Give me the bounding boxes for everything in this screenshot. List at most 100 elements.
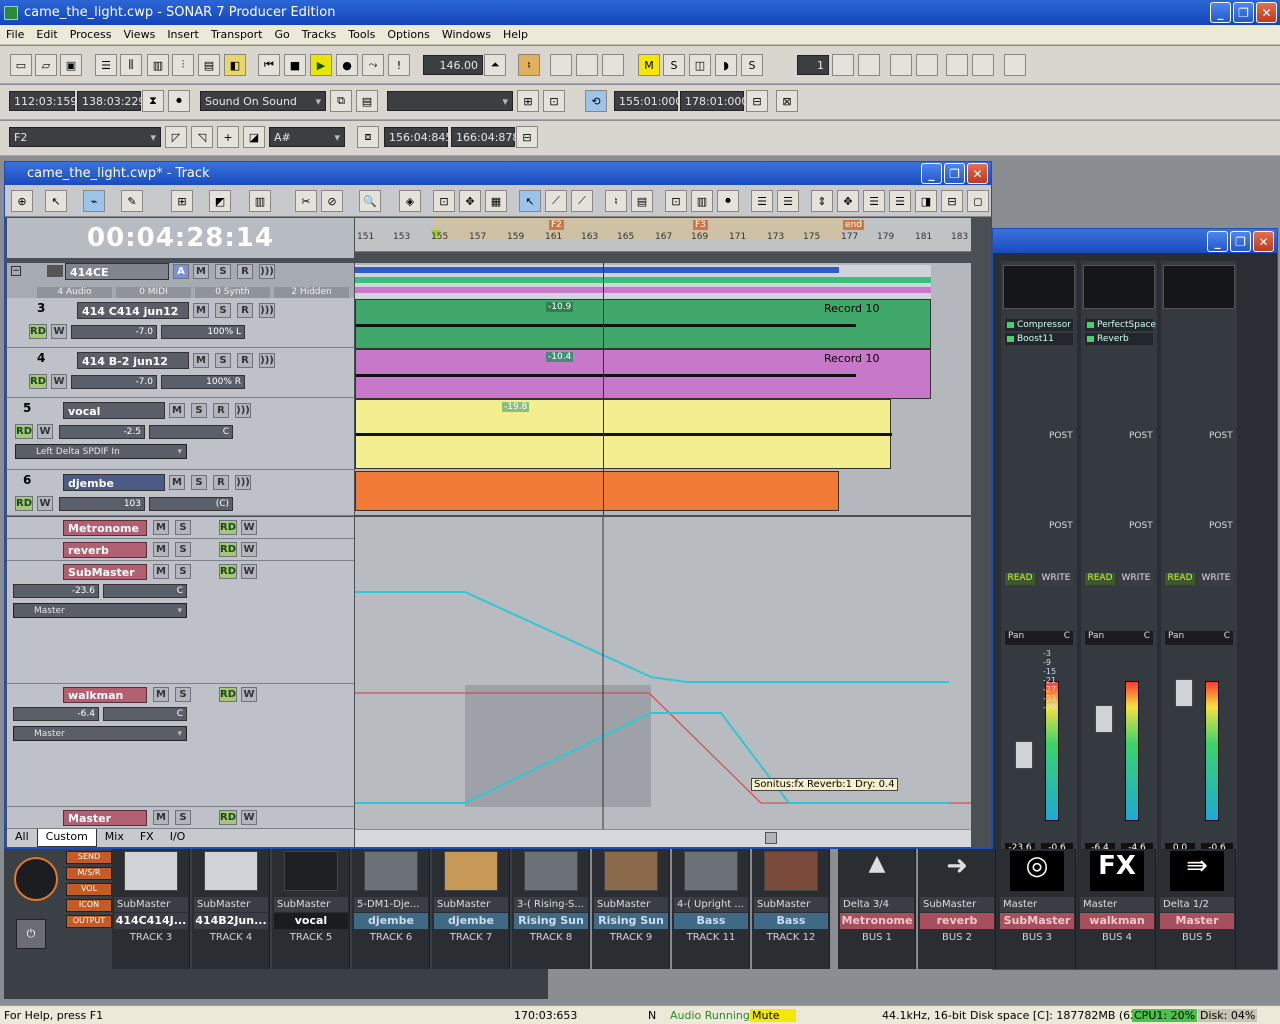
collapse-icon[interactable]: − xyxy=(11,266,21,276)
read-auto-button[interactable]: RD xyxy=(29,374,47,389)
output-button[interactable]: OUTPUT xyxy=(66,915,112,928)
channel-name[interactable]: Master xyxy=(1160,913,1234,929)
read-auto-button[interactable]: RD xyxy=(15,424,33,439)
write-auto-button[interactable]: W xyxy=(51,324,67,339)
rec-button[interactable]: R xyxy=(213,475,229,490)
folder-name[interactable]: 414CE xyxy=(65,263,169,280)
solo-button[interactable]: S xyxy=(175,542,191,557)
select-thru-icon[interactable]: ⊡ xyxy=(543,90,565,112)
channel-name[interactable]: walkman xyxy=(1080,913,1154,929)
loop-end-field[interactable]: 178:01:000 xyxy=(680,91,748,111)
bars-icon[interactable]: ▥ xyxy=(691,190,713,212)
menu-edit[interactable]: Edit xyxy=(30,28,63,41)
record-mode-select[interactable]: Sound On Sound xyxy=(200,91,326,111)
write-auto-button[interactable]: W xyxy=(241,542,257,557)
read-button[interactable]: READ xyxy=(1085,573,1115,585)
piano-roll-icon[interactable]: ⫼ xyxy=(120,54,142,76)
toolbar-icon-e[interactable] xyxy=(946,54,968,76)
track-name[interactable]: vocal xyxy=(63,402,165,419)
draw-tool-icon[interactable]: ✎ xyxy=(121,190,143,212)
output-select[interactable]: SubMaster xyxy=(754,897,828,912)
volume-slider[interactable]: -2.5 xyxy=(59,425,145,439)
mute-button[interactable]: M xyxy=(153,564,169,579)
solo-button[interactable]: S xyxy=(175,564,191,579)
mute-button[interactable]: M xyxy=(193,353,209,368)
mute-button[interactable]: M xyxy=(153,810,169,825)
loop-options-icon[interactable]: ⊠ xyxy=(776,90,798,112)
pan-slider[interactable]: C xyxy=(103,584,187,598)
archive-button[interactable]: A xyxy=(173,264,189,279)
pan-control[interactable]: Pan C xyxy=(1005,631,1073,645)
master-knob-icon[interactable] xyxy=(14,857,58,901)
loop-explorer-icon[interactable]: ◧ xyxy=(224,54,246,76)
takes-icon[interactable]: ▤ xyxy=(631,190,653,212)
envelope-tool-icon[interactable]: ⌁ xyxy=(83,190,105,212)
mute-tool-icon[interactable]: ⊘ xyxy=(321,190,343,212)
volume-fader[interactable] xyxy=(1175,679,1193,707)
vol-button[interactable]: VOL xyxy=(66,883,112,896)
track-minimize-button[interactable]: _ xyxy=(921,163,942,184)
tab-all[interactable]: All xyxy=(7,829,37,847)
track-close-button[interactable]: ✕ xyxy=(967,163,988,184)
step-icon-2[interactable] xyxy=(576,54,598,76)
metro-tool-icon[interactable]: ♮ xyxy=(605,190,627,212)
record-icon[interactable]: ● xyxy=(336,54,358,76)
mute-m-button[interactable]: M xyxy=(638,54,660,76)
solo-button[interactable]: S xyxy=(175,810,191,825)
menu-file[interactable]: File xyxy=(0,28,30,41)
new-file-icon[interactable]: ▭ xyxy=(10,54,32,76)
mixer-close-button[interactable]: ✕ xyxy=(1253,231,1274,252)
rec-arm-icon[interactable]: ⏺ xyxy=(717,190,739,212)
now-time-right[interactable]: 138:03:229 xyxy=(77,91,145,111)
menu-tools[interactable]: Tools xyxy=(342,28,381,41)
smart-tool-icon[interactable]: ↖ xyxy=(45,190,67,212)
echo-button[interactable]: ))) xyxy=(259,264,275,279)
list-icon[interactable]: ☰ xyxy=(751,190,773,212)
mute-button[interactable]: M xyxy=(169,475,185,490)
track-name[interactable]: 414 C414 jun12 xyxy=(77,302,189,319)
audio-edit-icon[interactable]: ◈ xyxy=(399,190,421,212)
tab-mix[interactable]: Mix xyxy=(97,829,132,847)
send-button[interactable]: SEND xyxy=(66,851,112,864)
lock-icon[interactable]: ⊡ xyxy=(665,190,687,212)
audio-clip-djembe[interactable] xyxy=(355,471,839,511)
menu-go[interactable]: Go xyxy=(269,28,296,41)
snap-grid-icon[interactable]: ⊡ xyxy=(433,190,455,212)
read-auto-button[interactable]: RD xyxy=(219,542,237,557)
mute-button[interactable]: M xyxy=(193,303,209,318)
panic-icon[interactable]: ! xyxy=(388,54,410,76)
pan-slider[interactable]: 100% R xyxy=(161,375,245,389)
output-select[interactable]: SubMaster xyxy=(434,897,508,912)
audio-clip-track3[interactable]: -10.9 Record 10 xyxy=(355,299,931,349)
marker-prev-icon[interactable]: ◸ xyxy=(165,126,187,148)
pan-control[interactable]: Pan C xyxy=(1085,631,1153,645)
read-auto-button[interactable]: RD xyxy=(29,324,47,339)
sync-icon[interactable]: S xyxy=(741,54,763,76)
fx-slot[interactable]: Boost11 xyxy=(1005,333,1073,345)
write-button[interactable]: WRITE xyxy=(1039,573,1073,585)
write-auto-button[interactable]: W xyxy=(37,424,53,439)
tempo-field[interactable]: 146.00 xyxy=(423,55,483,75)
marker-add-icon[interactable]: + xyxy=(217,126,239,148)
track-maximize-button[interactable]: ❐ xyxy=(944,163,965,184)
track-view-icon[interactable]: ☰ xyxy=(95,54,117,76)
record-automation-icon[interactable]: ⤳ xyxy=(362,54,384,76)
echo-button[interactable]: ))) xyxy=(259,303,275,318)
volume-fader[interactable] xyxy=(1015,741,1033,769)
write-button[interactable]: WRITE xyxy=(1119,573,1153,585)
minimize-button[interactable]: _ xyxy=(1210,2,1231,23)
output-select[interactable]: Delta 3/4 xyxy=(840,897,914,912)
loop-start-field[interactable]: 155:01:000 xyxy=(614,91,682,111)
auto-punch-icon[interactable]: ▤ xyxy=(356,90,378,112)
channel-name[interactable]: 414B2Jun... xyxy=(194,913,268,929)
mute-button[interactable]: M xyxy=(169,403,185,418)
mixer-minimize-button[interactable]: _ xyxy=(1207,231,1228,252)
volume-slider[interactable]: -7.0 xyxy=(71,325,157,339)
volume-slider[interactable]: 103 xyxy=(59,497,145,511)
now-time-left[interactable]: 112:03:159 xyxy=(9,91,77,111)
toolbar-icon-g[interactable] xyxy=(1004,54,1026,76)
channel-name[interactable]: Bass xyxy=(674,913,748,929)
toolbar-icon-c[interactable] xyxy=(890,54,912,76)
write-auto-button[interactable]: W xyxy=(241,687,257,702)
grid-icon[interactable]: ⊞ xyxy=(171,190,193,212)
